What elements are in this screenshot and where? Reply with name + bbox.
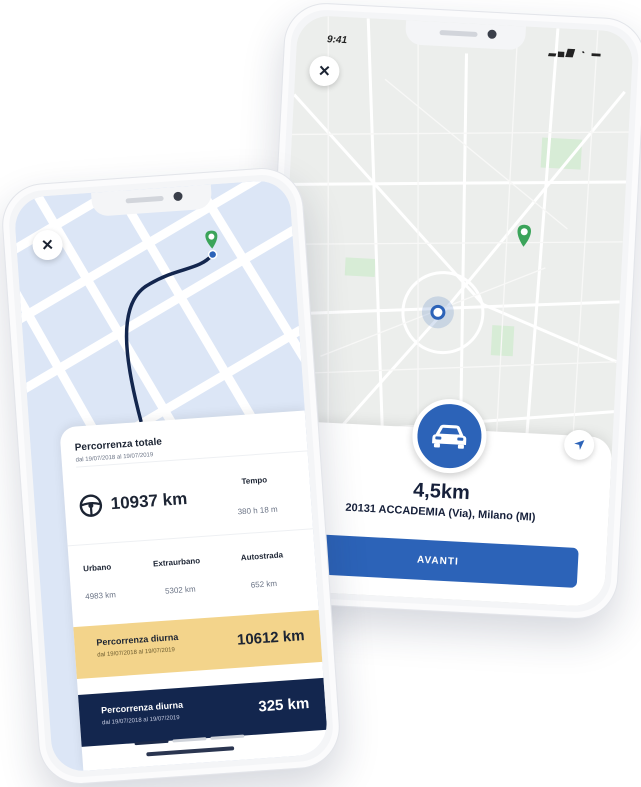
day-mileage-band: Percorrenza diurna dal 19/07/2018 al 19/…	[73, 610, 323, 680]
close-icon: ✕	[40, 236, 55, 255]
car-icon	[432, 424, 467, 449]
total-km: 10937 km	[110, 488, 188, 514]
day-band-title: Percorrenza diurna	[96, 631, 179, 648]
close-icon: ✕	[317, 62, 332, 81]
day-band-range: dal 19/07/2018 al 19/07/2019	[97, 647, 176, 659]
avanti-button[interactable]: AVANTI	[297, 533, 579, 588]
stats-phone: ✕ Percorrenza totale dal 19/07/2018 al 1…	[0, 165, 343, 787]
time-value: 380 h 18 m	[237, 504, 278, 517]
urbano-label: Urbano	[82, 562, 112, 574]
steering-wheel-icon	[79, 494, 103, 517]
autostrada-value: 652 km	[250, 578, 278, 590]
stats-card: Percorrenza totale dal 19/07/2018 al 19/…	[59, 410, 329, 771]
extraurbano-value: 5302 km	[164, 584, 196, 596]
night-band-title: Percorrenza diurna	[100, 699, 184, 716]
day-band-value: 10612 km	[236, 627, 306, 649]
night-band-value: 325 km	[257, 694, 310, 716]
stats-screen: ✕ Percorrenza totale dal 19/07/2018 al 1…	[13, 179, 329, 773]
navigation-arrow-icon	[574, 440, 585, 450]
autostrada-label: Autostrada	[240, 550, 284, 563]
extraurbano-label: Extraurbano	[152, 556, 201, 569]
night-band-range: dal 19/07/2018 al 19/07/2019	[101, 714, 180, 727]
urbano-value: 4983 km	[84, 590, 117, 602]
signal-wifi-battery-icon: ▂▄▆ ◔ ▬	[548, 45, 603, 59]
status-time: 9:41	[326, 34, 348, 47]
time-label: Tempo	[241, 475, 268, 487]
total-title: Percorrenza totale	[74, 436, 163, 454]
